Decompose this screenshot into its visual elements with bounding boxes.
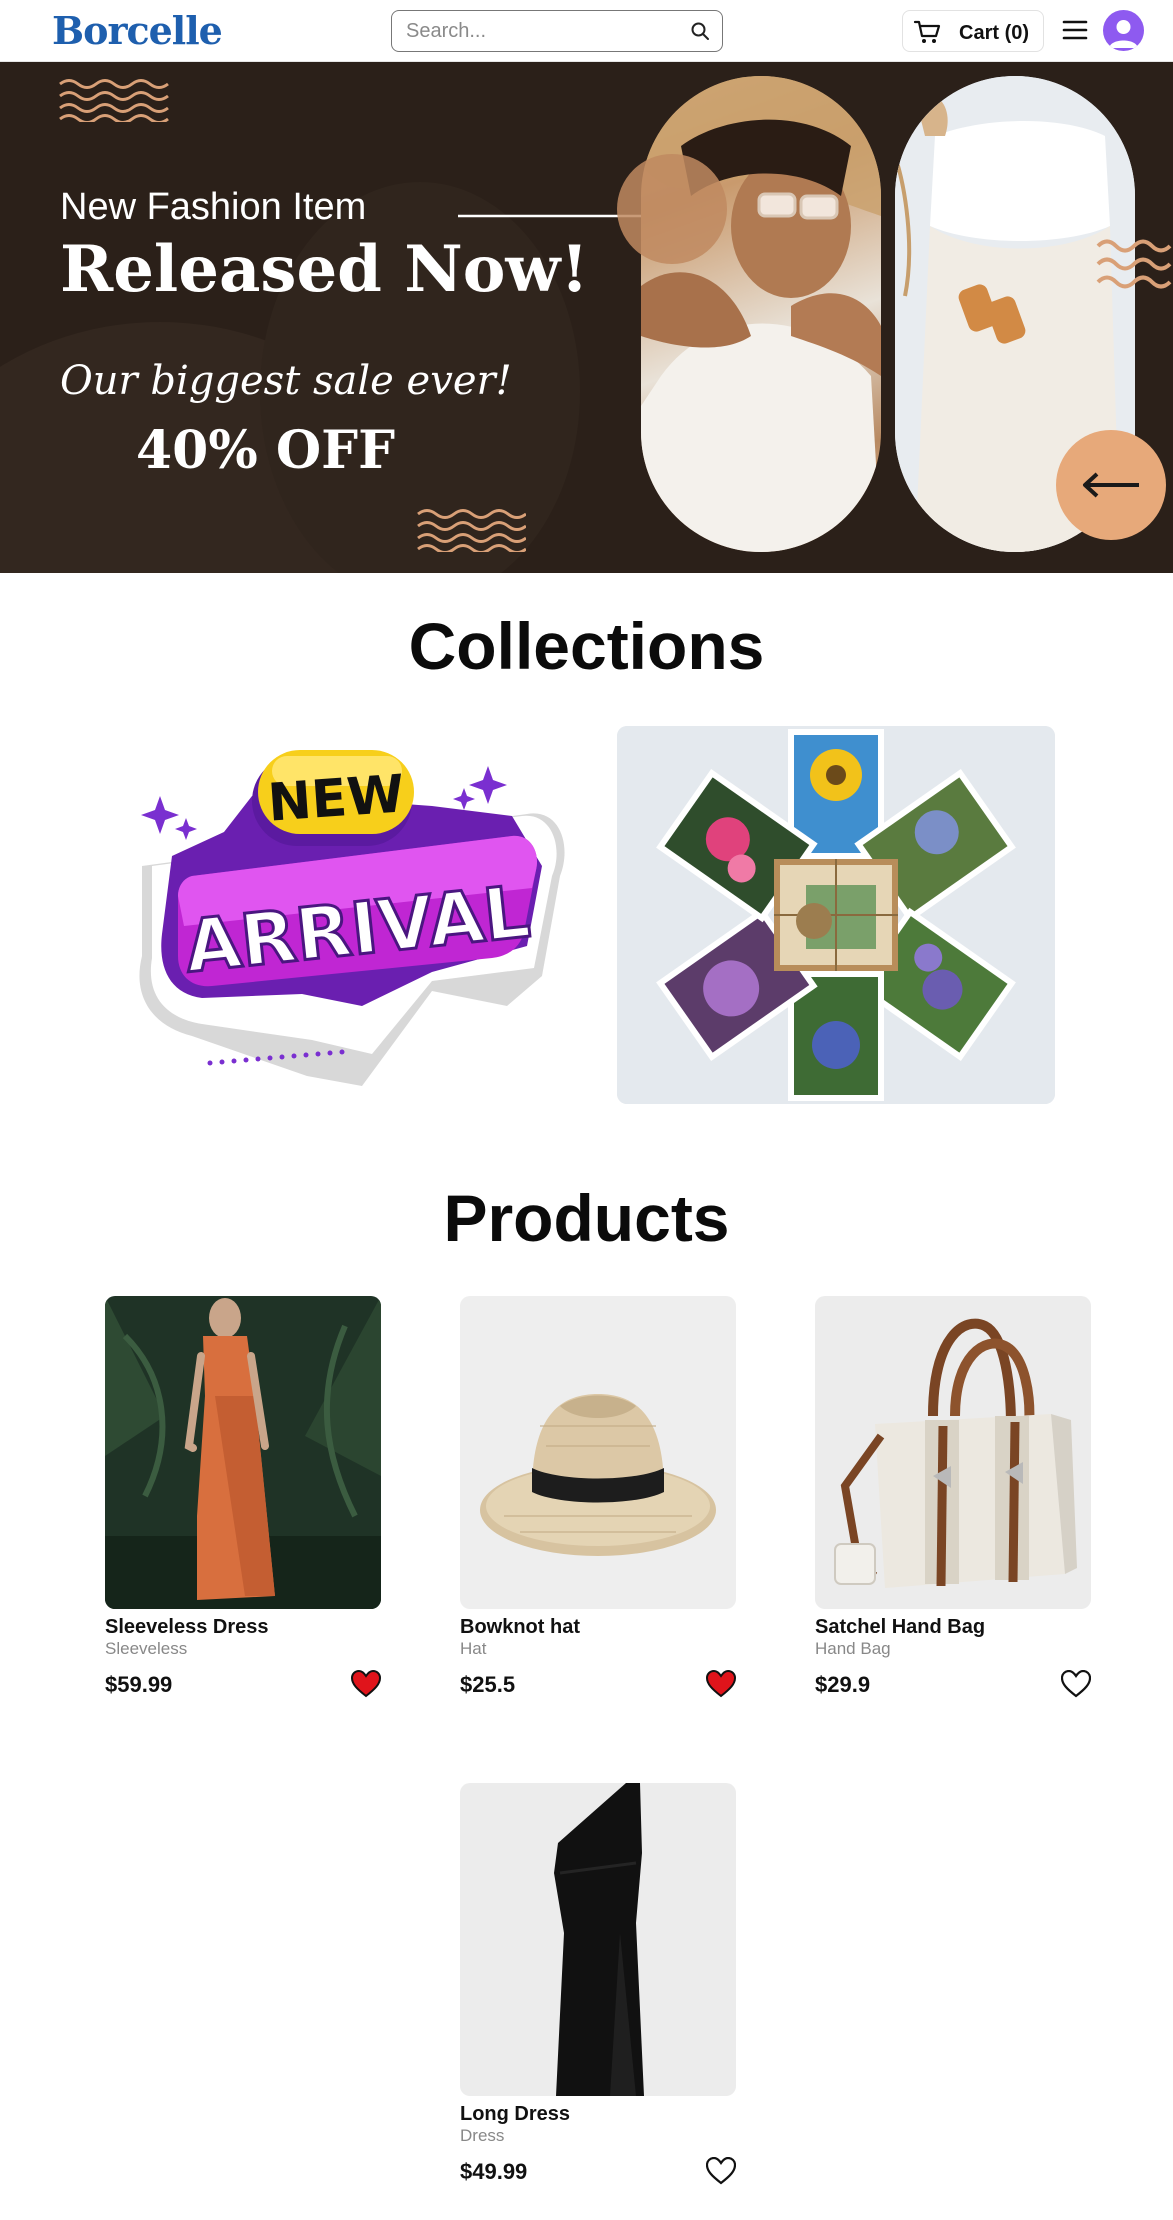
product-card[interactable]: Satchel Hand Bag Hand Bag $29.9 [815,1296,1091,1698]
badge-new-text: NEW [266,764,406,833]
search-icon[interactable] [690,21,710,41]
product-category: Sleeveless [105,1639,188,1658]
hero-tagline: Our biggest sale ever! [60,358,512,404]
product-image[interactable] [460,1783,736,2096]
search-box[interactable] [391,10,723,52]
hero-title: Released Now! [60,232,589,307]
heart-outline-icon[interactable] [1061,1670,1091,1698]
product-card[interactable]: Long Dress Dress $49.99 [460,1783,736,2185]
product-image[interactable] [460,1296,736,1609]
cart-button[interactable]: Cart (0) [902,10,1044,52]
heart-filled-icon[interactable] [351,1670,381,1698]
product-name[interactable]: Satchel Hand Bag [815,1616,985,1639]
product-price: $25.5 [460,1672,516,1697]
flower-cards-collection-card[interactable] [617,726,1055,1104]
carousel-prev-button[interactable] [1056,430,1166,540]
wave-decoration-icon [417,509,526,552]
product-category: Hand Bag [815,1639,891,1658]
product-card[interactable]: Bowknot hat Hat $25.5 [460,1296,736,1698]
new-arrival-badge-graphic: NEW ARRIVAL [139,750,565,1086]
product-card[interactable]: Sleeveless Dress Sleeveless $59.99 [105,1296,381,1698]
product-name[interactable]: Bowknot hat [460,1616,580,1639]
long-dress-photo [460,1783,736,2096]
shopping-cart-icon [913,20,941,43]
hero-discount: 40% OFF [136,420,396,481]
arrow-left-icon [1083,472,1139,498]
product-price: $59.99 [105,1672,173,1697]
user-avatar[interactable] [1103,10,1144,51]
product-price: $29.9 [815,1672,871,1697]
sleeveless-dress-photo [105,1296,381,1609]
wave-decoration-icon [1096,239,1172,289]
bowknot-hat-photo [460,1296,736,1609]
heart-filled-icon[interactable] [706,1670,736,1698]
products-heading: Products [443,1181,730,1255]
hero-banner: New Fashion Item Released Now! Our bigge… [0,62,1173,573]
hero-kicker: New Fashion Item [60,186,367,228]
flower-postcards-photo [617,726,1055,1104]
product-name[interactable]: Long Dress [460,2103,570,2126]
product-category: Dress [460,2126,505,2145]
product-category: Hat [460,1639,487,1658]
collections-heading: Collections [408,609,765,683]
product-name[interactable]: Sleeveless Dress [105,1616,268,1639]
product-price: $49.99 [460,2159,528,2184]
user-icon [1109,20,1138,48]
brand-logo[interactable]: Borcelle [52,8,223,53]
decorative-circle [617,154,727,264]
top-header: Borcelle Cart (0) [0,0,1173,62]
satchel-hand-bag-photo [815,1296,1091,1609]
hero-photo-model-sunglasses [641,76,881,552]
new-arrival-collection-card[interactable]: NEW ARRIVAL [132,736,580,1096]
search-input[interactable] [406,19,676,43]
model-photo-illustration [641,76,881,552]
heart-outline-icon[interactable] [706,2157,736,2185]
wave-decoration-icon [59,79,169,122]
hamburger-menu-icon[interactable] [1062,18,1088,42]
cart-label: Cart (0) [959,22,1030,44]
product-image[interactable] [105,1296,381,1609]
product-image[interactable] [815,1296,1091,1609]
